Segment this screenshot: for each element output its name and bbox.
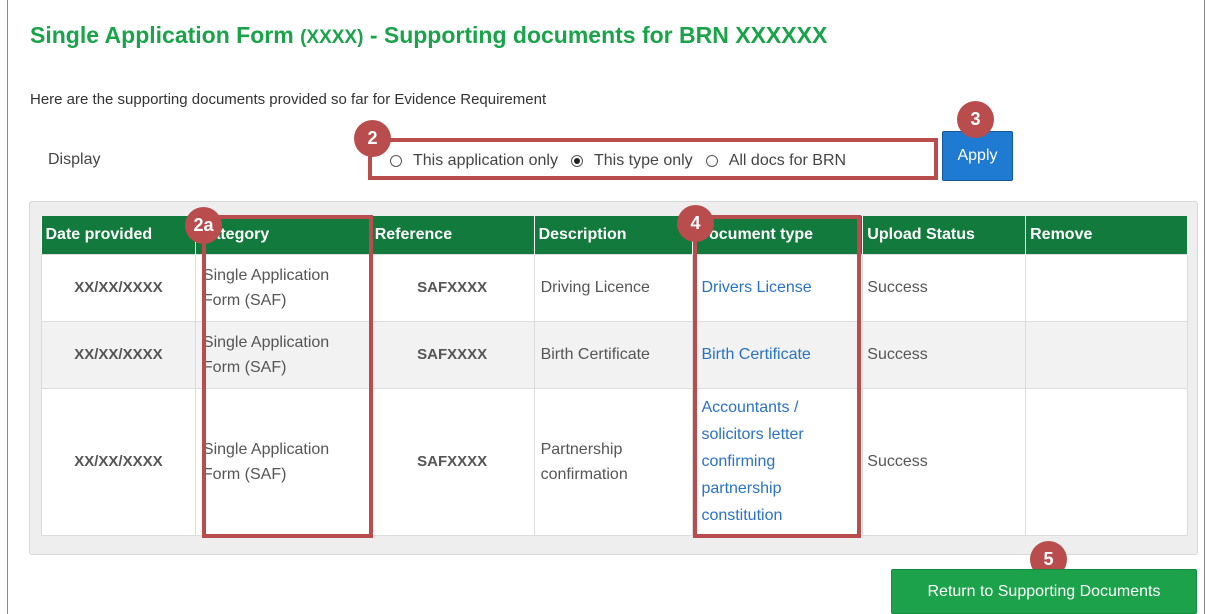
radio-label: All docs for BRN [728,152,847,169]
doc-type-line[interactable]: partnership [701,480,781,497]
category-line: Single Application [202,333,330,351]
cell-category: Single Application Form (SAF) [194,253,371,322]
cell-remove[interactable] [1025,387,1188,536]
callout-badge-4: 4 [677,205,714,242]
doc-type-line[interactable]: confirming [701,453,775,470]
callout-badge-3: 3 [957,101,994,138]
table-row: XX/XX/XXXX Single Application Form (SAF)… [41,387,1188,536]
radio-button-icon[interactable] [390,155,402,167]
doc-type-line[interactable]: solicitors letter [701,426,803,443]
cell-upload-status: Success [862,253,1027,322]
callout-badge-2: 2 [354,120,391,157]
cell-reference: SAFXXXX [369,320,535,389]
cell-reference: SAFXXXX [369,253,535,322]
doc-type-line[interactable]: constitution [701,507,782,524]
category-line: Form (SAF) [202,358,287,376]
col-header-document-type: Document type [692,216,864,254]
frame-border-left [7,0,8,614]
radio-all-docs-for-brn[interactable]: All docs for BRN [705,152,847,170]
cell-date: XX/XX/XXXX [41,253,196,322]
callout-badge-2a: 2a [185,207,222,244]
col-header-date-provided: Date provided [41,216,196,254]
page-title: Single Application Form (XXXX) - Support… [30,22,827,49]
supporting-documents-table: Date provided Category Reference Descrip… [41,216,1188,536]
cell-document-type-link[interactable]: Birth Certificate [692,320,864,389]
col-header-description: Description [534,216,694,254]
radio-this-type-only[interactable]: This type only [570,152,693,170]
return-to-supporting-documents-button[interactable]: Return to Supporting Documents [891,569,1197,614]
display-filter-radio-group: This application only This type only All… [390,150,859,172]
category-line: Form (SAF) [202,465,287,483]
col-header-reference: Reference [370,216,535,254]
title-code: (XXXX) [300,27,364,48]
radio-this-application-only[interactable]: This application only [390,152,558,170]
frame-border-right [1204,0,1205,614]
radio-button-selected-icon[interactable] [570,155,583,167]
col-header-remove: Remove [1025,216,1188,254]
col-header-upload-status: Upload Status [862,216,1027,254]
cell-category: Single Application Form (SAF) [194,387,371,536]
cell-remove[interactable] [1025,253,1188,322]
category-line: Form (SAF) [202,291,287,309]
radio-label: This application only [413,152,558,169]
intro-text: Here are the supporting documents provid… [30,91,547,108]
cell-description: Birth Certificate [533,320,694,389]
cell-description: Driving Licence [533,253,694,322]
cell-reference: SAFXXXX [369,387,535,536]
table-row: XX/XX/XXXX Single Application Form (SAF)… [41,253,1188,322]
apply-button[interactable]: Apply [942,131,1013,181]
cell-upload-status: Success [862,387,1027,536]
title-mid: - Supporting documents for BRN [369,22,729,48]
display-label: Display [48,151,101,168]
cell-remove[interactable] [1025,320,1188,389]
cell-upload-status: Success [862,320,1027,389]
cell-document-type-link[interactable]: Drivers License [692,253,864,322]
radio-button-icon[interactable] [705,155,718,167]
title-main: Single Application Form [30,22,294,48]
description-line: Partnership [540,440,623,458]
title-brn: XXXXXX [735,22,828,48]
category-line: Single Application [202,440,330,458]
radio-label: This type only [593,152,693,169]
table-row: XX/XX/XXXX Single Application Form (SAF)… [41,320,1188,389]
description-line: confirmation [540,465,628,483]
cell-document-type-link[interactable]: Accountants / solicitors letter confirmi… [692,387,864,536]
category-line: Single Application [202,266,330,284]
cell-category: Single Application Form (SAF) [194,320,371,389]
cell-date: XX/XX/XXXX [41,387,196,536]
cell-description: Partnership confirmation [533,387,694,536]
doc-type-line[interactable]: Accountants / [701,399,798,416]
cell-date: XX/XX/XXXX [41,320,196,389]
